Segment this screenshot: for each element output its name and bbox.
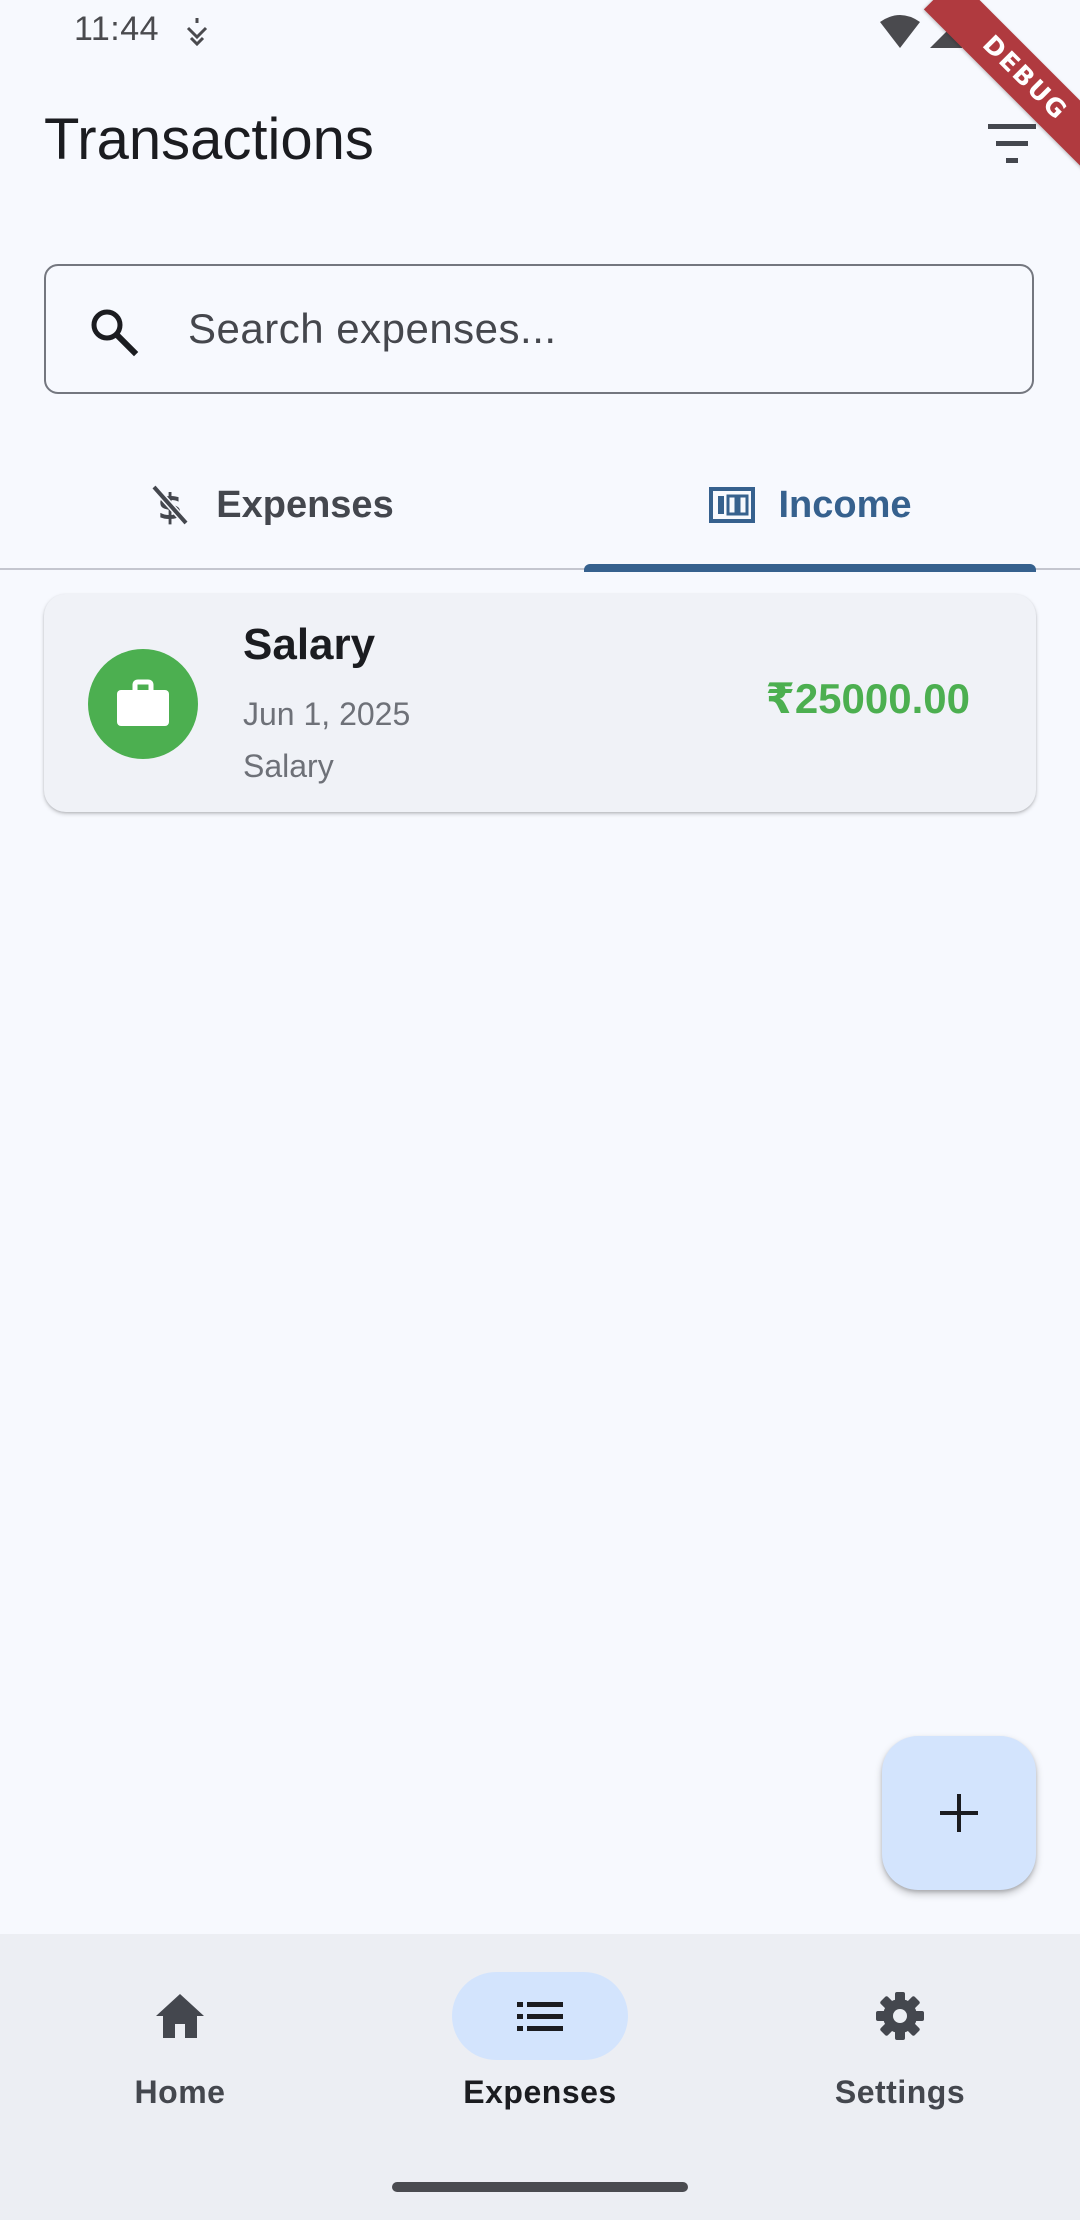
bottom-navigation: Home Expenses Settings [0, 1934, 1080, 2220]
transaction-category: Salary [243, 748, 334, 784]
nav-home[interactable]: Home [0, 1934, 360, 2134]
money-off-icon: $ [146, 481, 194, 529]
do-not-disturb-icon [183, 16, 211, 47]
nav-settings[interactable]: Settings [720, 1934, 1080, 2134]
page-title: Transactions [44, 107, 374, 172]
status-bar: 11:44 [0, 0, 1080, 64]
wifi-icon [878, 14, 922, 50]
tab-bar: $ Expenses Income [0, 440, 1080, 572]
settings-icon [872, 1988, 928, 2044]
transaction-title: Salary [243, 620, 376, 669]
nav-expenses[interactable]: Expenses [360, 1934, 720, 2134]
money-icon [708, 481, 756, 529]
tab-indicator [584, 564, 1036, 572]
tab-label: Income [778, 483, 912, 526]
add-transaction-button[interactable] [882, 1736, 1036, 1890]
add-icon [940, 1794, 978, 1832]
status-time: 11:44 [74, 10, 160, 48]
nav-label: Expenses [463, 2074, 617, 2110]
tab-expenses[interactable]: $ Expenses [0, 440, 540, 570]
home-icon [152, 1988, 208, 2044]
category-avatar [88, 649, 198, 759]
nav-label: Settings [834, 2074, 966, 2110]
filter-icon [988, 124, 1036, 163]
filter-button[interactable] [980, 112, 1044, 176]
transaction-amount: ₹25000.00 [765, 675, 970, 722]
nav-label: Home [134, 2074, 226, 2110]
briefcase-icon [117, 679, 169, 726]
search-icon [86, 304, 140, 358]
gesture-bar[interactable] [392, 2182, 688, 2192]
tab-label: Expenses [216, 483, 394, 526]
tab-income[interactable]: Income [540, 440, 1080, 570]
list-icon [512, 1988, 568, 2044]
transaction-date: Jun 1, 2025 [243, 696, 411, 732]
transaction-card[interactable]: Salary Jun 1, 2025 Salary ₹25000.00 [44, 594, 1036, 812]
search-input[interactable] [188, 266, 1008, 392]
search-field[interactable] [44, 264, 1034, 394]
